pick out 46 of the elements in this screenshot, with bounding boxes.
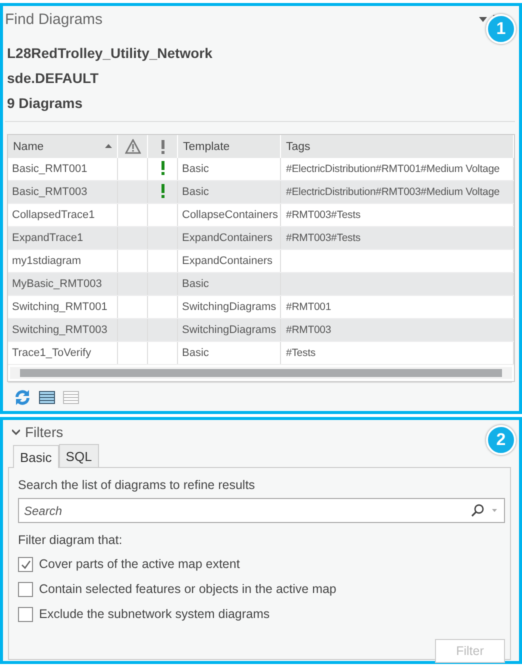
description-text: Search the list of diagrams to refine results (18, 478, 256, 492)
table-cell: MyBasic_RMT003 (8, 272, 118, 296)
exclamation-icon (160, 140, 164, 154)
checkbox-label: Cover parts of the active map extent (39, 557, 240, 571)
search-icon[interactable] (471, 504, 484, 517)
column-header[interactable]: Template (178, 135, 280, 158)
table-cell: #RMT003 (280, 318, 514, 342)
table-cell: Basic (178, 342, 280, 364)
column-header[interactable] (148, 135, 178, 158)
column-header[interactable] (118, 135, 148, 158)
table-cell: #ElectricDistribution#RMT003#Medium Voltage (280, 180, 514, 204)
callout-badge: 2 (486, 425, 516, 455)
table-cell: ExpandContainers (178, 226, 280, 250)
tab[interactable]: Basic (13, 445, 59, 468)
window-title: Find Diagrams (5, 10, 103, 28)
checkbox[interactable] (18, 556, 33, 572)
horizontal-scrollbar[interactable] (10, 367, 512, 379)
search-field[interactable]: Search (18, 498, 505, 523)
table-cell: Trace1_ToVerify (8, 342, 118, 364)
table-cell: #RMT003#Tests (280, 226, 514, 250)
info-text: L28RedTrolley_Utility_Network (7, 44, 214, 63)
table-cell: Switching_RMT003 (8, 318, 118, 342)
table-cell: Basic (178, 180, 280, 204)
checkbox-label: Exclude the subnetwork system diagrams (39, 607, 270, 621)
table-cell: Basic (178, 272, 280, 296)
refresh-icon[interactable] (14, 389, 31, 406)
info-text: 9 Diagrams (7, 94, 84, 113)
table-cell: Basic_RMT003 (8, 180, 118, 204)
table-cell: #Tests (280, 342, 514, 364)
checkbox[interactable] (18, 582, 33, 596)
callout-badge: 1 (486, 14, 516, 44)
chevron-icon[interactable] (12, 429, 20, 435)
info-text: sde.DEFAULT (7, 69, 100, 88)
checkbox-label: Contain selected features or objects in the active map (39, 582, 336, 596)
warning-icon (124, 139, 140, 154)
label: Filter diagram that: (18, 533, 124, 547)
column-header[interactable]: Name (8, 135, 118, 158)
table-cell: SwitchingDiagrams (178, 318, 280, 342)
column-header[interactable]: Tags (280, 135, 514, 158)
tab[interactable]: SQL (58, 444, 99, 467)
table-cell: ExpandTrace1 (8, 226, 118, 250)
checkmark-icon (20, 560, 30, 568)
checkbox[interactable] (18, 606, 33, 622)
list-view-icon[interactable] (39, 391, 55, 404)
dropdown-icon[interactable] (479, 16, 487, 22)
section-title[interactable]: Filters (25, 424, 64, 440)
